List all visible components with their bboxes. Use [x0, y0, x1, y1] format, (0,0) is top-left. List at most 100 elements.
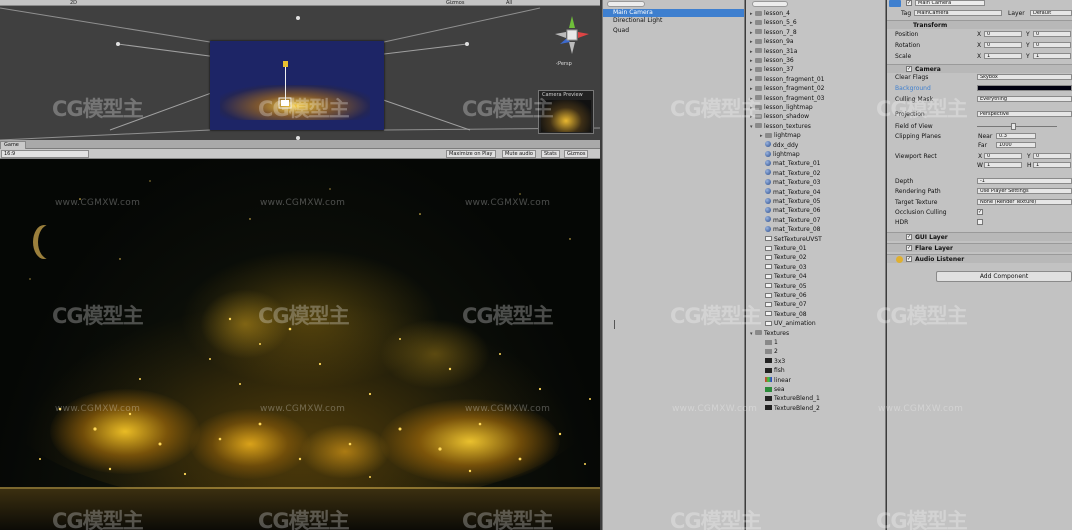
project-item[interactable]: ▸ lesson_4 — [750, 9, 790, 18]
flare-layer-checkbox[interactable]: ✓ — [906, 245, 912, 251]
transform-y-field[interactable]: 1 — [1033, 53, 1071, 59]
project-item[interactable]: 1 — [760, 338, 778, 347]
project-item[interactable]: mat_Texture_05 — [760, 197, 820, 206]
project-item[interactable]: Texture_03 — [760, 263, 807, 272]
aspect-dropdown[interactable]: 16:9 — [1, 150, 89, 158]
maximize-on-play-button[interactable]: Maximize on Play — [446, 150, 496, 158]
project-item[interactable]: 3x3 — [760, 357, 785, 366]
tab-game[interactable]: Game — [0, 141, 26, 149]
project-item[interactable]: 2 — [760, 347, 778, 356]
far-field[interactable]: 1000 — [996, 142, 1036, 148]
project-item[interactable]: ▸ lesson_31a — [750, 47, 797, 56]
project-search-input[interactable] — [752, 1, 788, 7]
project-item[interactable]: UV_animation — [760, 319, 816, 328]
project-item[interactable]: mat_Texture_08 — [760, 225, 820, 234]
transform-x-field[interactable]: 1 — [984, 53, 1022, 59]
orientation-gizmo-icon[interactable] — [552, 14, 592, 58]
project-item[interactable]: ▸ lesson_7_8 — [750, 28, 797, 37]
depth-field[interactable]: -1 — [977, 178, 1072, 184]
active-checkbox[interactable]: ✓ — [906, 0, 912, 6]
mute-audio-button[interactable]: Mute audio — [502, 150, 536, 158]
add-component-button[interactable]: Add Component — [936, 271, 1072, 282]
target-texture-field[interactable]: None (Render Texture) — [977, 199, 1072, 205]
transform-y-field[interactable]: 0 — [1033, 42, 1071, 48]
near-field[interactable]: 0.3 — [996, 133, 1036, 139]
project-item[interactable]: lightmap — [760, 150, 800, 159]
project-item[interactable]: mat_Texture_01 — [760, 159, 820, 168]
viewport-x-field[interactable]: 0 — [984, 153, 1022, 159]
project-item[interactable]: Texture_02 — [760, 253, 807, 262]
hierarchy-panel[interactable]: Main Camera Directional Light Quad — [602, 0, 745, 530]
occlusion-culling-checkbox[interactable]: ✓ — [977, 209, 983, 215]
transform-y-field[interactable]: 0 — [1033, 31, 1071, 37]
project-item[interactable]: Texture_01 — [760, 244, 807, 253]
project-item[interactable]: sea — [760, 385, 785, 394]
project-item[interactable]: mat_Texture_02 — [760, 169, 820, 178]
projection-dropdown[interactable]: Perspective — [977, 111, 1072, 117]
object-name-field[interactable]: Main Camera — [915, 0, 985, 6]
project-item[interactable]: linear — [760, 376, 791, 385]
project-item[interactable]: SetTextureUVST — [760, 235, 822, 244]
inspector-panel[interactable]: ✓ Main Camera Tag MainCamera Layer Defau… — [887, 0, 1072, 530]
hierarchy-item-quad[interactable]: Quad — [603, 27, 744, 35]
stats-button[interactable]: Stats — [541, 150, 560, 158]
project-item[interactable]: ▾ lesson_textures — [750, 122, 811, 131]
project-item[interactable]: mat_Texture_07 — [760, 216, 820, 225]
hierarchy-item-directional-light[interactable]: Directional Light — [603, 17, 744, 25]
game-gizmos-button[interactable]: Gizmos — [564, 150, 589, 158]
project-item[interactable]: TextureBlend_2 — [760, 404, 820, 413]
project-item[interactable]: ▸ lesson_9a — [750, 37, 794, 46]
persp-label[interactable]: ‹Persp — [556, 61, 572, 67]
project-item[interactable]: Texture_04 — [760, 272, 807, 281]
project-item[interactable]: ▸ lesson_36 — [750, 56, 794, 65]
hierarchy-search-input[interactable] — [607, 1, 645, 7]
clear-flags-dropdown[interactable]: Skybox — [977, 74, 1072, 80]
game-view[interactable] — [0, 159, 600, 530]
project-item[interactable]: ▸ lesson_5_6 — [750, 18, 797, 27]
script-icon — [765, 264, 772, 270]
gui-layer-header[interactable]: ✓ GUI Layer — [887, 232, 1072, 241]
viewport-h-field[interactable]: 1 — [1033, 162, 1071, 168]
project-item-label: lesson_5_6 — [764, 19, 797, 27]
viewport-y-field[interactable]: 0 — [1033, 153, 1071, 159]
gui-layer-checkbox[interactable]: ✓ — [906, 234, 912, 240]
project-item[interactable]: fish — [760, 366, 785, 375]
hdr-checkbox[interactable] — [977, 219, 983, 225]
hierarchy-item-main-camera[interactable]: Main Camera — [603, 9, 744, 17]
project-item[interactable]: mat_Texture_03 — [760, 178, 820, 187]
tag-dropdown[interactable]: MainCamera — [914, 10, 1002, 16]
project-item[interactable]: Texture_06 — [760, 291, 807, 300]
rendering-path-dropdown[interactable]: Use Player Settings — [977, 188, 1072, 194]
project-item[interactable]: ▾ Textures — [750, 329, 789, 338]
project-panel[interactable]: ▸ lesson_4 ▸ lesson_5_6 ▸ lesson_7_8 ▸ lesson_9… — [746, 0, 886, 530]
project-item[interactable]: ▸ lightmap — [760, 131, 801, 140]
script-icon — [765, 292, 772, 298]
background-color-swatch[interactable] — [977, 85, 1072, 91]
project-item[interactable]: Texture_05 — [760, 282, 807, 291]
project-item[interactable]: mat_Texture_04 — [760, 188, 820, 197]
layer-dropdown[interactable]: Default — [1030, 10, 1072, 16]
culling-mask-dropdown[interactable]: Everything — [977, 96, 1072, 102]
fov-slider-track[interactable] — [977, 126, 1057, 127]
fov-slider-handle[interactable] — [1011, 123, 1016, 130]
camera-enabled-checkbox[interactable]: ✓ — [906, 66, 912, 72]
transform-x-field[interactable]: 0 — [984, 42, 1022, 48]
project-item[interactable]: ▸ lesson_fragment_01 — [750, 75, 824, 84]
project-item[interactable]: mat_Texture_06 — [760, 206, 820, 215]
watermark-brand: CG模型主 — [462, 304, 554, 328]
transform-header[interactable]: Transform — [887, 20, 1072, 29]
project-item[interactable]: ▸ lesson_fragment_03 — [750, 94, 824, 103]
viewport-w-field[interactable]: 1 — [984, 162, 1022, 168]
project-item[interactable]: Texture_07 — [760, 300, 807, 309]
audio-listener-header[interactable]: ✓ Audio Listener — [887, 254, 1072, 263]
project-item[interactable]: ddx_ddy — [760, 141, 798, 150]
flare-layer-header[interactable]: ✓ Flare Layer — [887, 243, 1072, 252]
project-item[interactable]: ▸ lesson_fragment_02 — [750, 84, 824, 93]
audio-listener-checkbox[interactable]: ✓ — [906, 256, 912, 262]
project-item[interactable]: Texture_08 — [760, 310, 807, 319]
camera-header[interactable]: ✓ Camera — [887, 64, 1072, 73]
audio-listener-icon — [896, 256, 903, 263]
transform-x-field[interactable]: 0 — [984, 31, 1022, 37]
project-item[interactable]: TextureBlend_1 — [760, 394, 820, 403]
project-item[interactable]: ▸ lesson_37 — [750, 65, 794, 74]
